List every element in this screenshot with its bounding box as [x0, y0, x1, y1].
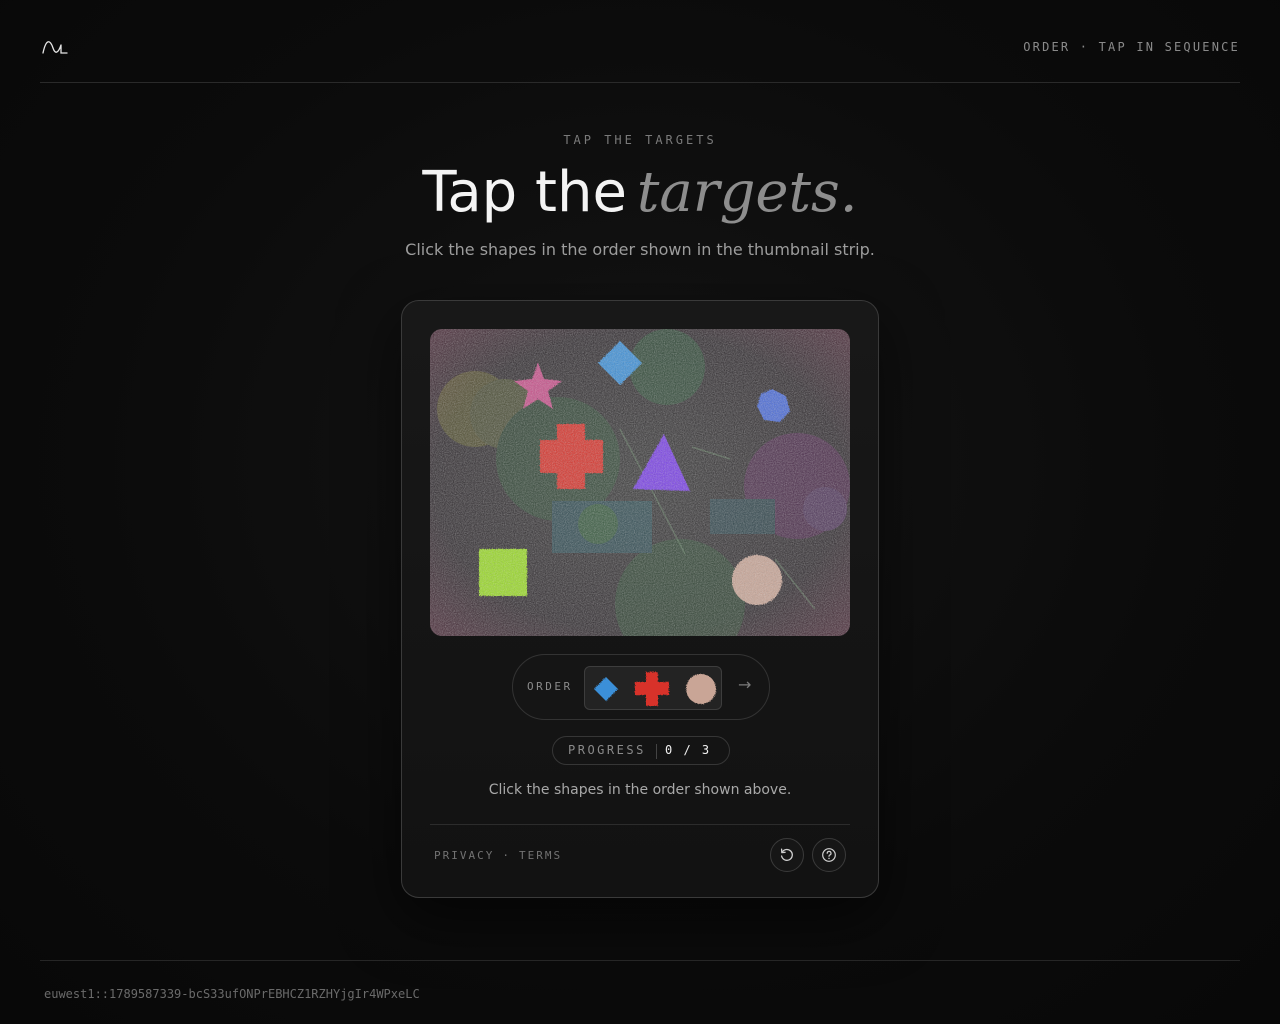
circle-thumbnail-icon	[686, 674, 716, 704]
order-label: ORDER	[527, 680, 573, 693]
help-button[interactable]	[812, 838, 846, 872]
legal-links: PRIVACY · TERMS	[434, 849, 562, 862]
progress-pill: PROGRESS 0 / 3	[552, 736, 730, 765]
page-title: Tap the targets.	[0, 158, 1280, 228]
site-header: ORDER · TAP IN SEQUENCE	[40, 0, 1240, 83]
challenge-canvas[interactable]	[430, 329, 850, 636]
captcha-card: ORDER → PROGRESS 0 / 3 Click the shapes …	[401, 300, 879, 898]
arrow-right-icon[interactable]: →	[738, 675, 751, 694]
wave-logo-icon[interactable]	[42, 36, 68, 56]
cross-thumbnail-icon	[635, 672, 669, 706]
title-emphasis: targets.	[636, 160, 858, 225]
page-subtitle: Click the shapes in the order shown in t…	[405, 240, 875, 259]
link-separator: ·	[502, 849, 511, 862]
footer-divider	[40, 960, 1240, 961]
card-divider	[430, 824, 850, 825]
title-plain: Tap the	[422, 160, 627, 225]
terms-link[interactable]: TERMS	[519, 849, 562, 862]
progress-value: 0 / 3	[665, 743, 712, 757]
help-icon	[822, 848, 836, 862]
order-strip: ORDER →	[512, 654, 770, 720]
refresh-button[interactable]	[770, 838, 804, 872]
privacy-link[interactable]: PRIVACY	[434, 849, 494, 862]
header-tag: ORDER · TAP IN SEQUENCE	[1023, 40, 1240, 54]
progress-divider	[656, 744, 657, 759]
eyebrow-label: TAP THE TARGETS	[563, 133, 717, 147]
progress-label: PROGRESS	[568, 743, 646, 757]
refresh-icon	[780, 848, 793, 861]
order-thumbnails	[584, 666, 722, 710]
session-id: euwest1::1789587339-bcS33ufONPrEBHCZ1RZH…	[44, 987, 420, 1001]
diamond-thumbnail-icon	[594, 677, 618, 701]
instruction-text: Click the shapes in the order shown abov…	[488, 782, 792, 798]
